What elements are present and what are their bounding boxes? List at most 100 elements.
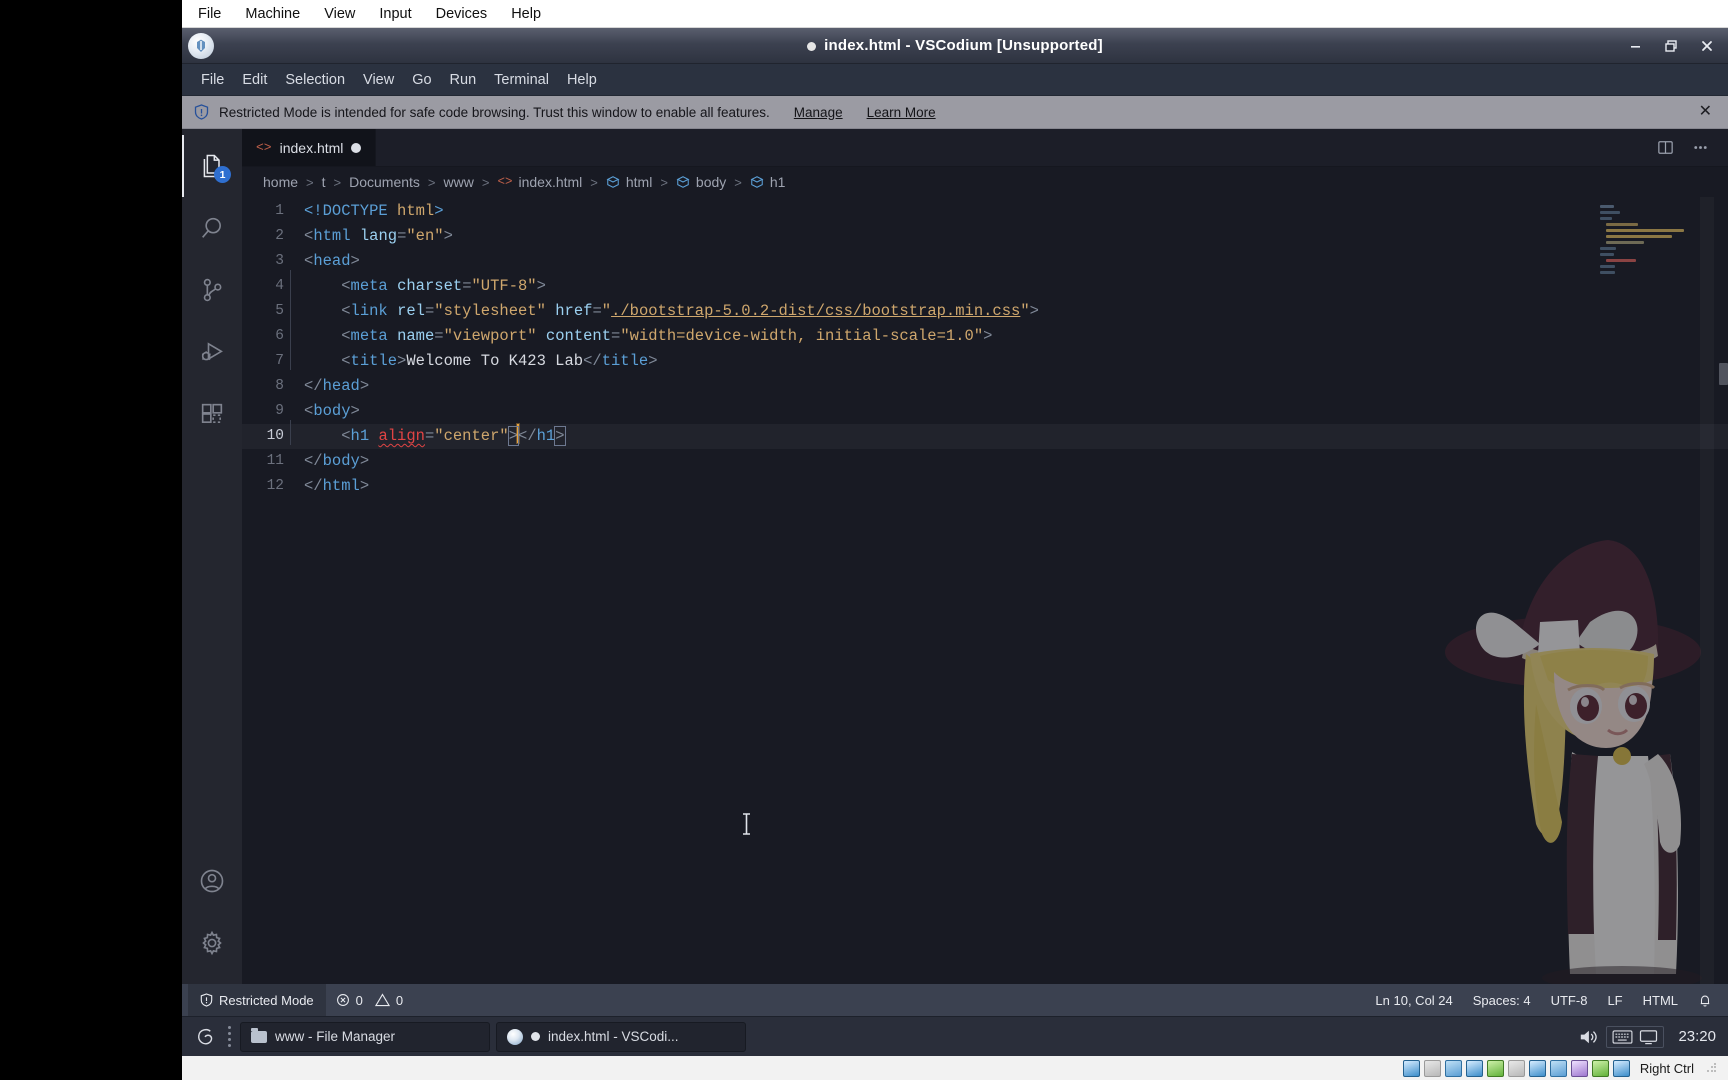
activity-bar: 1 <box>182 129 242 984</box>
activity-item-manage-settings[interactable] <box>182 912 242 974</box>
activity-item-accounts[interactable] <box>182 850 242 912</box>
code-editor[interactable]: 1 <!DOCTYPE html> 2 <html lang="en"> 3 <… <box>242 197 1728 984</box>
vscodium-window: index.html - VSCodium [Unsupported] File… <box>182 28 1728 1016</box>
manage-link[interactable]: Manage <box>794 105 843 120</box>
hard-disk-icon[interactable] <box>1402 1059 1420 1077</box>
guest-screen: index.html - VSCodium [Unsupported] File… <box>182 28 1728 1056</box>
tab-dirty-indicator-icon[interactable] <box>351 142 362 153</box>
recording-icon[interactable] <box>1549 1059 1567 1077</box>
symbol-cube-icon <box>676 175 690 189</box>
usb-icon[interactable] <box>1486 1059 1504 1077</box>
close-button[interactable] <box>1690 31 1724 61</box>
editor-area: <> index.html home > t > Documents > www… <box>242 129 1728 984</box>
resize-grip[interactable] <box>1706 1062 1718 1074</box>
breadcrumb-separator-icon: > <box>481 174 490 190</box>
vbox-menu-devices[interactable]: Devices <box>424 3 500 25</box>
tab-label: index.html <box>279 139 344 156</box>
breadcrumb-item-t[interactable]: t <box>319 174 329 190</box>
status-restricted-mode[interactable]: Restricted Mode <box>188 984 326 1016</box>
mouse-integration-icon[interactable] <box>1591 1059 1609 1077</box>
line-content: </body> <box>304 452 370 470</box>
menu-go[interactable]: Go <box>403 68 440 92</box>
vscodium-icon <box>507 1028 523 1045</box>
status-indentation[interactable]: Spaces: 4 <box>1463 984 1541 1016</box>
code-line[interactable]: 4 <meta charset="UTF-8"> <box>242 270 1728 299</box>
activity-item-extensions[interactable] <box>182 383 242 445</box>
network-icon[interactable] <box>1465 1059 1483 1077</box>
keyboard-icon[interactable] <box>1612 1029 1633 1045</box>
breadcrumb-label: home <box>263 174 299 190</box>
status-eol[interactable]: LF <box>1597 984 1632 1016</box>
banner-close-icon[interactable]: ✕ <box>1693 104 1718 120</box>
breadcrumb-item-h1[interactable]: h1 <box>747 174 789 190</box>
breadcrumb-item-body[interactable]: body <box>673 174 729 190</box>
menu-help[interactable]: Help <box>558 68 606 92</box>
code-line[interactable]: 12 </html> <box>242 474 1728 499</box>
status-language-mode[interactable]: HTML <box>1633 984 1688 1016</box>
activity-item-search[interactable] <box>182 197 242 259</box>
volume-icon[interactable] <box>1578 1028 1598 1046</box>
breadcrumb-item-index-html[interactable]: <> index.html <box>494 174 585 190</box>
status-notifications[interactable] <box>1688 984 1722 1016</box>
optical-disk-icon[interactable] <box>1423 1059 1441 1077</box>
status-cursor-position[interactable]: Ln 10, Col 24 <box>1365 984 1462 1016</box>
window-title: index.html - VSCodium [Unsupported] <box>182 37 1728 54</box>
breadcrumb-item-documents[interactable]: Documents <box>346 174 423 190</box>
vbox-menu-help[interactable]: Help <box>499 3 553 25</box>
line-content: <!DOCTYPE html> <box>304 202 444 220</box>
guest-additions-icon[interactable] <box>1612 1059 1630 1077</box>
display-icon[interactable] <box>1639 1029 1658 1045</box>
audio-icon[interactable] <box>1444 1059 1462 1077</box>
menu-selection[interactable]: Selection <box>276 68 354 92</box>
more-actions-icon[interactable] <box>1691 138 1710 157</box>
code-line[interactable]: 1 <!DOCTYPE html> <box>242 199 1728 224</box>
code-line[interactable]: 3 <head> <box>242 249 1728 274</box>
banner-message: Restricted Mode is intended for safe cod… <box>219 104 770 120</box>
symbol-cube-icon <box>750 175 764 189</box>
code-line[interactable]: 6 <meta name="viewport" content="width=d… <box>242 320 1728 349</box>
taskbar-item-file-manager[interactable]: www - File Manager <box>240 1021 490 1052</box>
vbox-menu-file[interactable]: File <box>186 3 233 25</box>
breadcrumb-item-home[interactable]: home <box>260 174 301 190</box>
taskbar-clock[interactable]: 23:20 <box>1672 1028 1716 1045</box>
menu-run[interactable]: Run <box>441 68 486 92</box>
code-line[interactable]: 7 <title>Welcome To K423 Lab</title> <box>242 345 1728 374</box>
applications-menu-icon[interactable] <box>190 1022 220 1052</box>
code-line[interactable]: 9 <body> <box>242 399 1728 424</box>
split-editor-icon[interactable] <box>1656 138 1675 157</box>
virtualbox-menubar: File Machine View Input Devices Help <box>182 0 1728 28</box>
code-line-current[interactable]: 10 <h1 align="center"></h1> <box>242 420 1728 449</box>
activity-item-source-control[interactable] <box>182 259 242 321</box>
window-title-text: index.html - VSCodium [Unsupported] <box>824 37 1103 54</box>
breadcrumb-label: www <box>443 174 474 190</box>
vbox-menu-view[interactable]: View <box>312 3 367 25</box>
status-encoding[interactable]: UTF-8 <box>1541 984 1598 1016</box>
code-line[interactable]: 11 </body> <box>242 449 1728 474</box>
code-line[interactable]: 2 <html lang="en"> <box>242 224 1728 249</box>
window-titlebar[interactable]: index.html - VSCodium [Unsupported] <box>182 28 1728 64</box>
shared-folder-icon[interactable] <box>1507 1059 1525 1077</box>
activity-item-explorer[interactable]: 1 <box>182 135 242 197</box>
taskbar-item-vscodium[interactable]: index.html - VSCodi... <box>496 1021 746 1052</box>
code-line[interactable]: 5 <link rel="stylesheet" href="./bootstr… <box>242 295 1728 324</box>
vbox-menu-input[interactable]: Input <box>367 3 423 25</box>
activity-item-run-and-debug[interactable] <box>182 321 242 383</box>
status-problems[interactable]: 0 0 <box>326 984 413 1016</box>
display-icon[interactable] <box>1528 1059 1546 1077</box>
maximize-restore-button[interactable] <box>1654 31 1688 61</box>
taskbar-handle[interactable] <box>226 1026 232 1048</box>
menu-terminal[interactable]: Terminal <box>485 68 558 92</box>
editor-scrollbar-thumb[interactable] <box>1719 363 1728 385</box>
menu-file[interactable]: File <box>192 68 233 92</box>
tab-index-html[interactable]: <> index.html <box>242 129 377 166</box>
code-line[interactable]: 8 </head> <box>242 374 1728 399</box>
virtualization-icon[interactable] <box>1570 1059 1588 1077</box>
breadcrumb-item-html[interactable]: html <box>603 174 655 190</box>
breadcrumb-item-www[interactable]: www <box>441 174 477 190</box>
menu-edit[interactable]: Edit <box>233 68 276 92</box>
learn-more-link[interactable]: Learn More <box>867 105 936 120</box>
error-count: 0 <box>355 992 363 1008</box>
vbox-menu-machine[interactable]: Machine <box>233 3 312 25</box>
menu-view[interactable]: View <box>354 68 403 92</box>
minimize-button[interactable] <box>1618 31 1652 61</box>
